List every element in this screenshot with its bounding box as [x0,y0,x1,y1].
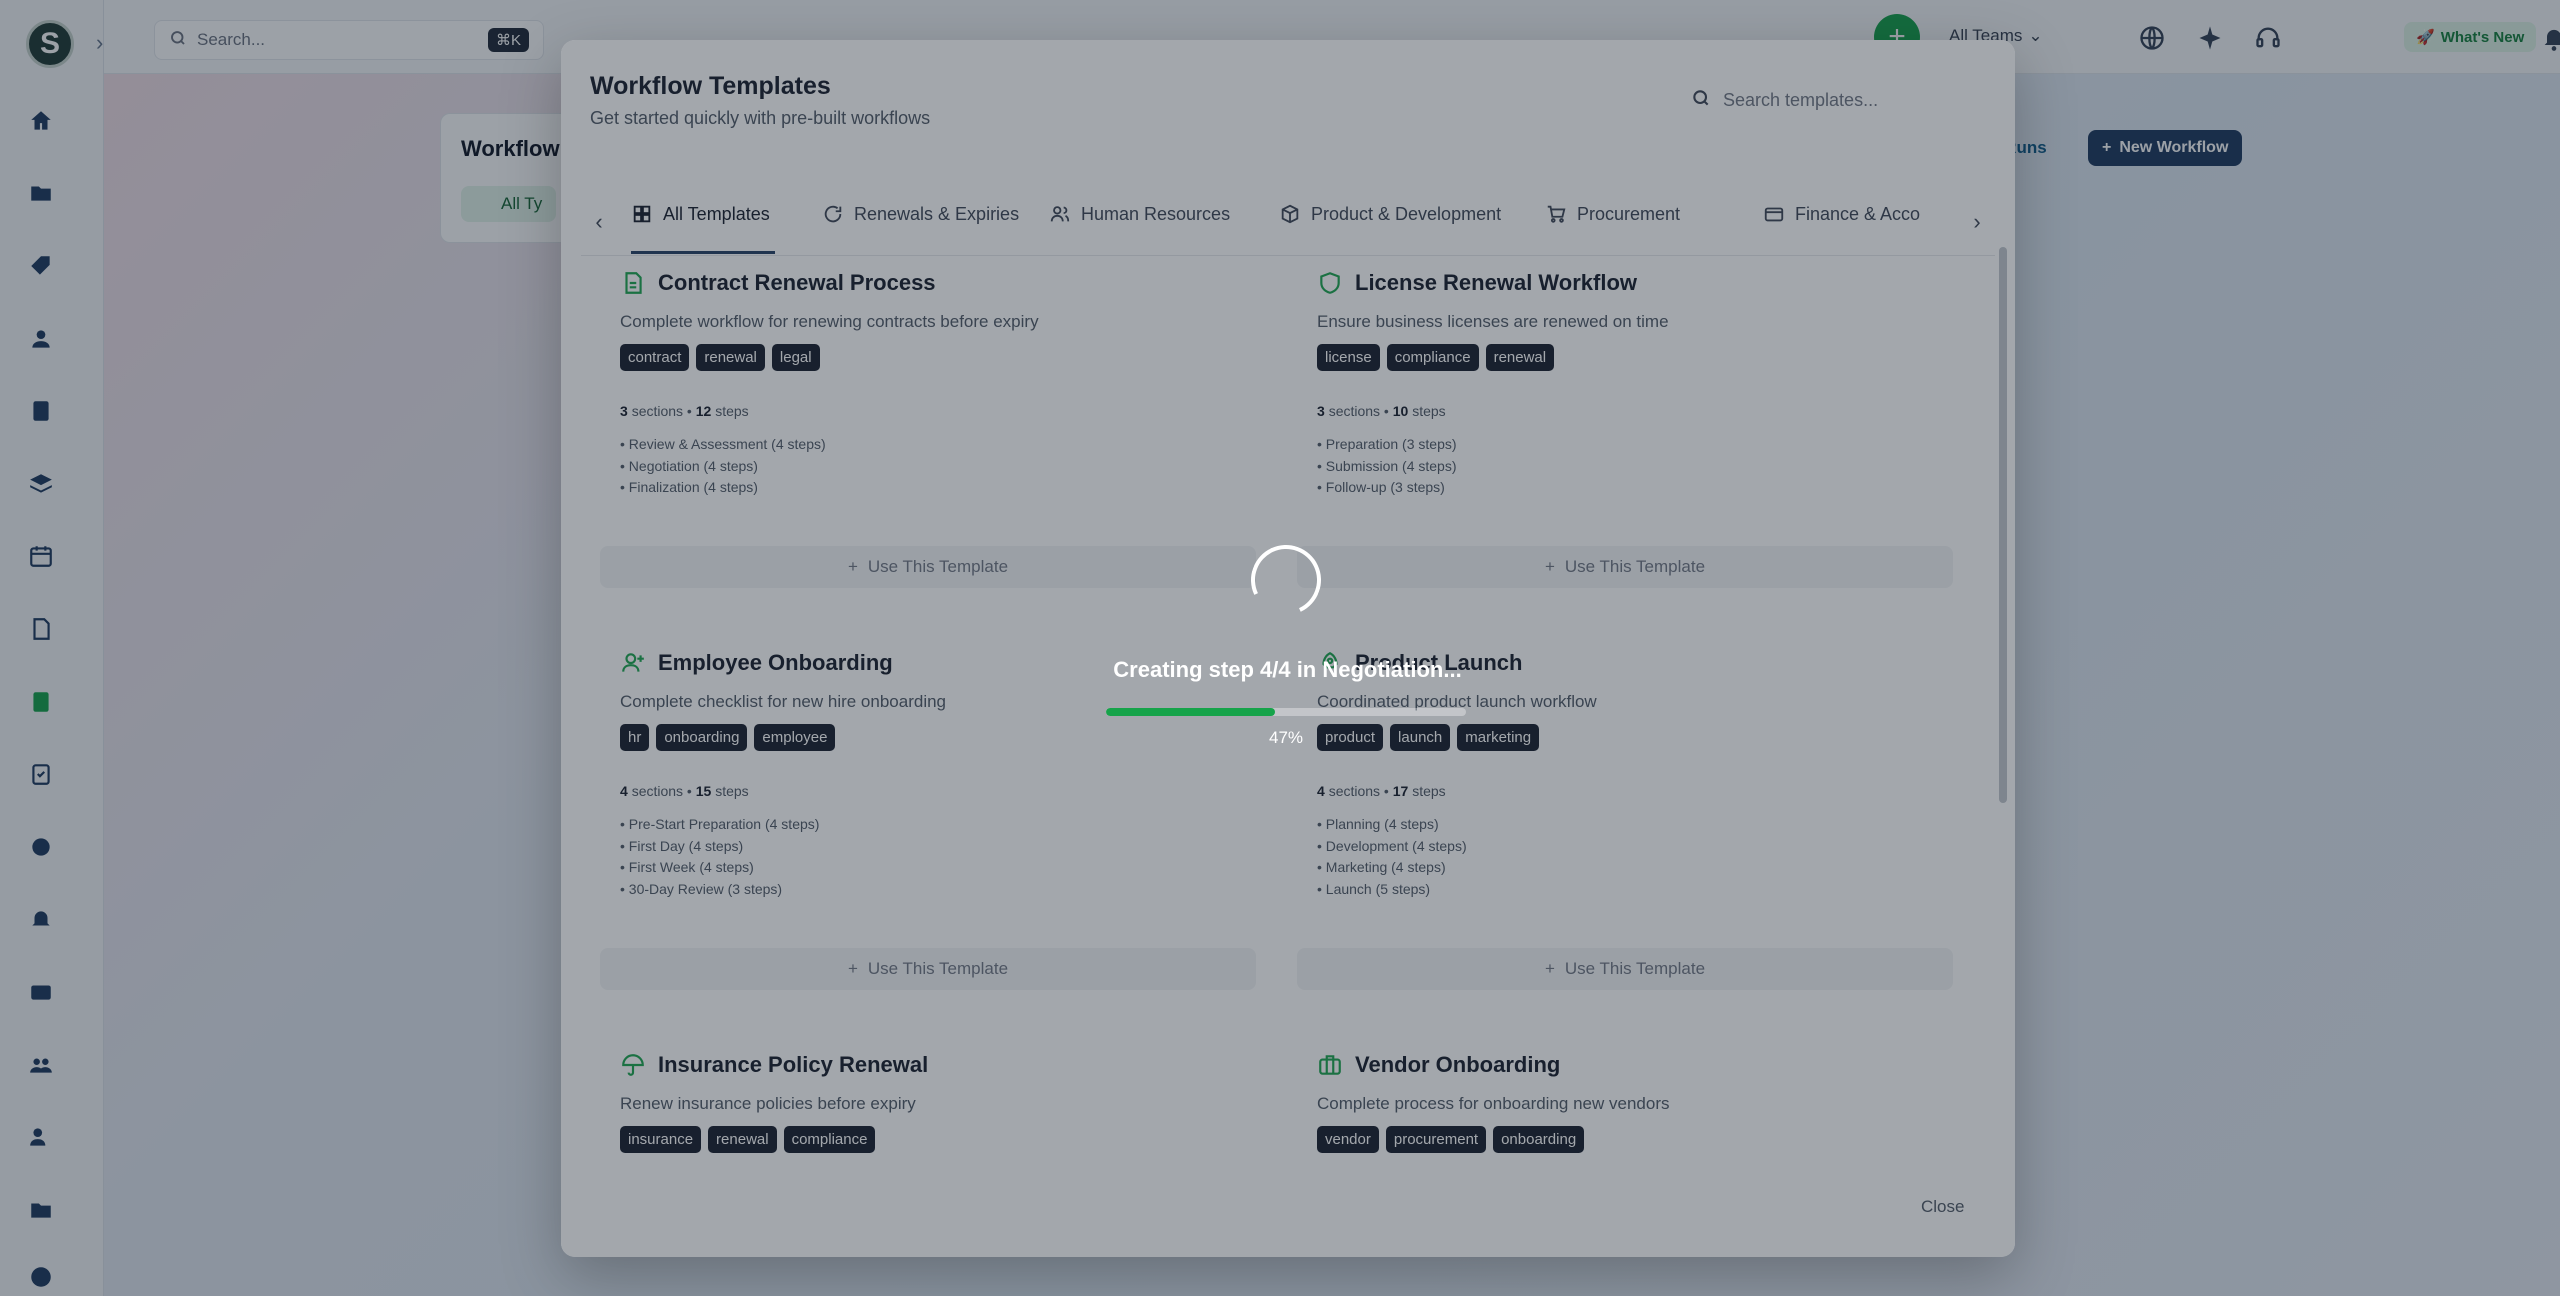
progress-overlay [561,40,2015,1257]
progress-bar-fill [1106,708,1276,716]
progress-message: Creating step 4/4 in Negotiation... [1113,657,1462,682]
progress-percent: 47% [1268,728,1304,747]
progress-bar [1106,708,1466,716]
